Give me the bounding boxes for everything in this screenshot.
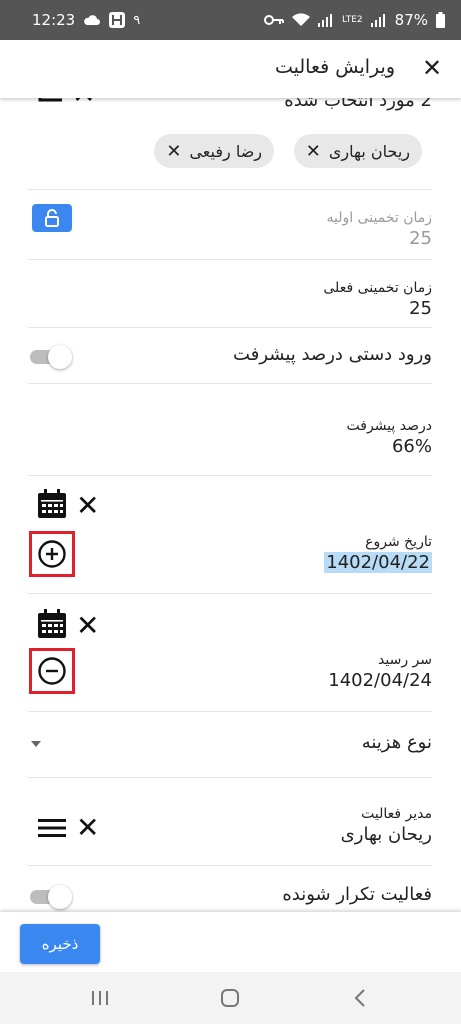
assignees-count: 2 مورد انتخاب شده xyxy=(284,98,432,111)
wifi-icon xyxy=(291,13,310,26)
home-icon xyxy=(221,989,239,1007)
app-header: ✕ ویرایش فعالیت xyxy=(0,40,461,98)
close-icon: ✕ xyxy=(421,54,443,82)
remove-circle-icon[interactable] xyxy=(37,656,67,686)
remove-chip-icon[interactable]: ✕ xyxy=(306,141,321,162)
clear-manager-icon[interactable]: ✕ xyxy=(76,814,99,842)
save-button[interactable]: ذخیره xyxy=(20,924,100,964)
recurring-label: فعالیت تکرار شونده xyxy=(282,884,432,905)
progress-value: 66% xyxy=(391,436,432,457)
calendar-icon[interactable] xyxy=(36,488,68,520)
activity-manager-field: ✕ مدیر فعالیت ریحان بهاری xyxy=(28,778,432,866)
manual-progress-label: ورود دستی درصد پیشرفت xyxy=(233,344,432,365)
manual-progress-toggle[interactable] xyxy=(30,345,72,369)
current-estimate-value[interactable]: 25 xyxy=(409,298,432,319)
current-estimate-field[interactable]: زمان تخمینی فعلی 25 xyxy=(28,260,432,328)
calendar-icon[interactable] xyxy=(36,608,68,640)
cost-type-select[interactable]: نوع هزینه xyxy=(28,712,432,778)
due-date-label: سر رسید xyxy=(378,652,432,668)
clear-assignees-icon[interactable]: ✕ xyxy=(72,98,95,108)
assignee-chip[interactable]: رضا رفیعی ✕ xyxy=(154,134,274,168)
battery-icon xyxy=(436,12,445,28)
dropdown-arrow-icon[interactable] xyxy=(30,740,42,748)
clear-due-date-icon[interactable]: ✕ xyxy=(76,612,99,640)
toggle-knob xyxy=(48,345,72,369)
app-notification-icon xyxy=(109,12,126,28)
chip-label: رضا رفیعی xyxy=(189,141,262,161)
back-button[interactable] xyxy=(345,984,375,1012)
start-date-field: ✕ تاریخ شروع 1402/04/22 xyxy=(28,476,432,594)
key-icon xyxy=(263,15,284,25)
initial-estimate-label: زمان تخمینی اولیه xyxy=(326,210,433,226)
status-extra: ۹ xyxy=(133,12,141,28)
initial-estimate-value: 25 xyxy=(409,228,432,249)
current-estimate-label: زمان تخمینی فعلی xyxy=(323,280,432,296)
activity-manager-value[interactable]: ریحان بهاری xyxy=(341,824,432,845)
status-time: 12:23 xyxy=(32,11,76,29)
recent-apps-icon xyxy=(92,991,108,1005)
signal-icon-2 xyxy=(370,14,385,27)
cost-type-label: نوع هزینه xyxy=(361,732,432,753)
back-icon xyxy=(354,989,365,1007)
signal-icon xyxy=(317,14,332,27)
progress-field: درصد پیشرفت 66% xyxy=(28,384,432,476)
page-title: ویرایش فعالیت xyxy=(275,56,395,78)
assignee-chip[interactable]: ریحان بهاری ✕ xyxy=(293,134,422,168)
initial-estimate-field: زمان تخمینی اولیه 25 xyxy=(28,190,432,260)
edit-activity-form[interactable]: 2 مورد انتخاب شده ✕ ریحان بهاری ✕ رضا رف… xyxy=(0,98,461,912)
close-button[interactable]: ✕ xyxy=(418,54,446,82)
cloud-icon xyxy=(84,15,101,25)
add-circle-icon[interactable] xyxy=(37,539,67,569)
home-button[interactable] xyxy=(215,984,245,1012)
battery-percent: 87% xyxy=(394,11,428,29)
status-right: LTE2 87% xyxy=(263,11,445,29)
start-date-value[interactable]: 1402/04/22 xyxy=(324,552,432,573)
toggle-knob xyxy=(48,885,72,909)
save-bar: ذخیره xyxy=(0,912,461,972)
clear-start-date-icon[interactable]: ✕ xyxy=(76,492,99,520)
due-date-value[interactable]: 1402/04/24 xyxy=(328,670,432,691)
network-type: LTE2 xyxy=(341,14,363,25)
recurring-activity-field: فعالیت تکرار شونده xyxy=(28,866,432,912)
due-date-field: ✕ سر رسید 1402/04/24 xyxy=(28,594,432,712)
status-bar: 12:23 ۹ LTE2 87% xyxy=(0,0,461,40)
chip-label: ریحان بهاری xyxy=(328,141,410,161)
activity-manager-label: مدیر فعالیت xyxy=(361,806,432,822)
unlock-button[interactable] xyxy=(32,204,72,232)
assignees-list-icon[interactable] xyxy=(38,98,66,102)
progress-label: درصد پیشرفت xyxy=(346,418,432,434)
recent-apps-button[interactable] xyxy=(85,984,115,1012)
menu-icon[interactable] xyxy=(38,818,66,838)
start-date-label: تاریخ شروع xyxy=(365,534,432,550)
recurring-toggle[interactable] xyxy=(30,885,72,909)
assignees-field: 2 مورد انتخاب شده ✕ ریحان بهاری ✕ رضا رف… xyxy=(28,98,432,190)
manual-progress-field: ورود دستی درصد پیشرفت xyxy=(28,328,432,384)
remove-chip-icon[interactable]: ✕ xyxy=(166,141,181,162)
status-left: 12:23 ۹ xyxy=(32,11,140,29)
system-nav-bar xyxy=(0,972,461,1024)
unlock-icon xyxy=(45,209,59,227)
